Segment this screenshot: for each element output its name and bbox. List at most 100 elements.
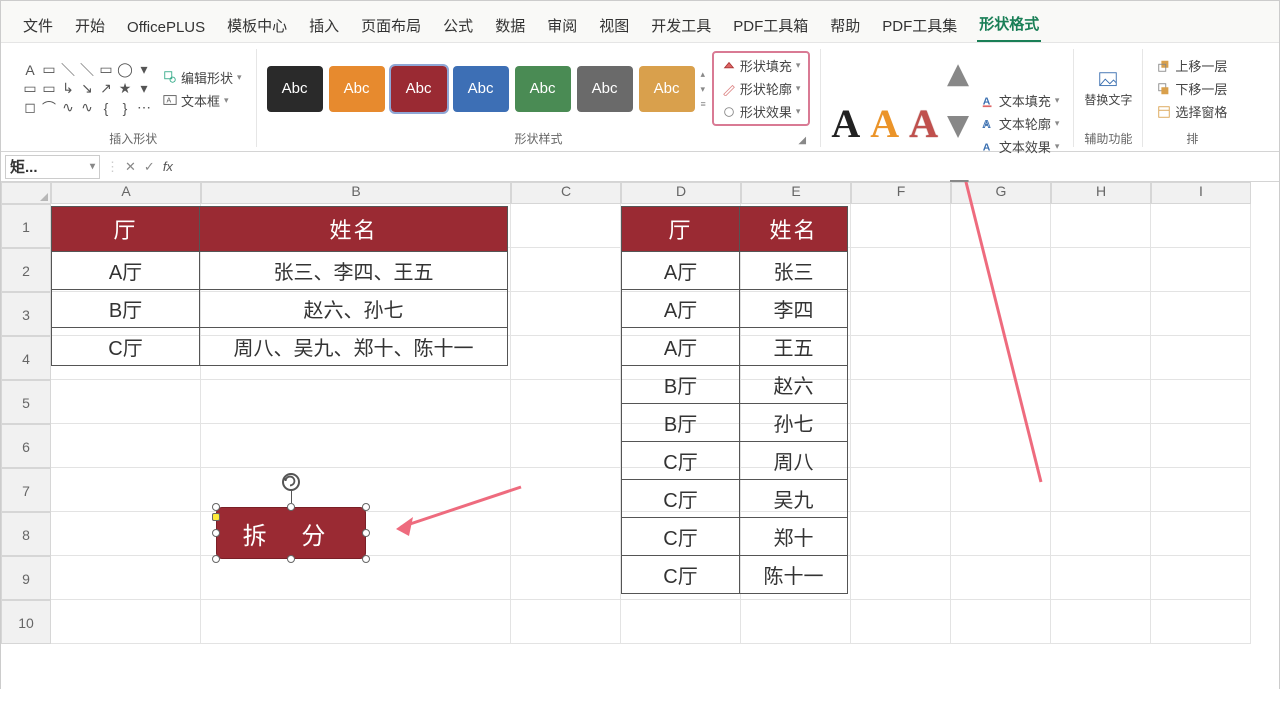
right-cell-1-0[interactable]: A厅 [622, 290, 740, 328]
handle-sw[interactable] [212, 555, 220, 563]
gallery-down-icon[interactable]: ▾ [701, 84, 706, 95]
cell-A7[interactable] [51, 468, 201, 512]
right-cell-8-1[interactable]: 陈十一 [740, 556, 848, 594]
cell-C10[interactable] [511, 600, 621, 644]
right-cell-3-0[interactable]: B厅 [622, 366, 740, 404]
col-header-D[interactable]: D [621, 182, 741, 204]
rotate-handle[interactable] [282, 473, 300, 491]
right-cell-2-0[interactable]: A厅 [622, 328, 740, 366]
cell-A8[interactable] [51, 512, 201, 556]
tab-view[interactable]: 视图 [597, 11, 631, 42]
row-header-3[interactable]: 3 [1, 292, 51, 336]
cell-C9[interactable] [511, 556, 621, 600]
tab-pagelayout[interactable]: 页面布局 [359, 11, 423, 42]
right-cell-7-0[interactable]: C厅 [622, 518, 740, 556]
row-header-5[interactable]: 5 [1, 380, 51, 424]
cell-I6[interactable] [1151, 424, 1251, 468]
name-box[interactable]: 矩... ▾ [5, 155, 100, 179]
cell-C2[interactable] [511, 248, 621, 292]
tab-data[interactable]: 数据 [493, 11, 527, 42]
cell-E10[interactable] [741, 600, 851, 644]
shape-styles-dialog-launcher[interactable]: ◢ [798, 135, 810, 147]
tab-file[interactable]: 文件 [21, 11, 55, 42]
col-header-E[interactable]: E [741, 182, 851, 204]
wa-up-icon[interactable]: ▴ [948, 49, 971, 96]
right-cell-8-0[interactable]: C厅 [622, 556, 740, 594]
tab-templates[interactable]: 模板中心 [225, 11, 289, 42]
select-all-corner[interactable] [1, 182, 51, 204]
cell-I10[interactable] [1151, 600, 1251, 644]
cell-G9[interactable] [951, 556, 1051, 600]
cell-C1[interactable] [511, 204, 621, 248]
cell-I4[interactable] [1151, 336, 1251, 380]
gallery-up-icon[interactable]: ▴ [701, 69, 706, 80]
shape-outline-button[interactable]: 形状轮廓▾ [718, 78, 805, 99]
tab-pdftoolbox[interactable]: PDF工具箱 [731, 11, 810, 42]
right-cell-5-0[interactable]: C厅 [622, 442, 740, 480]
sheet-area[interactable]: ABCDEFGHI 12345678910 厅 姓名 A厅张三、李四、王五B厅赵… [1, 182, 1279, 702]
row-header-2[interactable]: 2 [1, 248, 51, 292]
edit-shape-button[interactable]: 编辑形状▾ [159, 67, 246, 88]
adjust-handle[interactable] [212, 513, 220, 521]
cell-A10[interactable] [51, 600, 201, 644]
left-cell-2-0[interactable]: C厅 [52, 328, 200, 366]
right-cell-6-0[interactable]: C厅 [622, 480, 740, 518]
cell-B5[interactable] [201, 380, 511, 424]
col-header-B[interactable]: B [201, 182, 511, 204]
right-cell-2-1[interactable]: 王五 [740, 328, 848, 366]
row-header-9[interactable]: 9 [1, 556, 51, 600]
cell-A6[interactable] [51, 424, 201, 468]
handle-nw[interactable] [212, 503, 220, 511]
bring-forward-button[interactable]: 上移一层 [1153, 55, 1231, 76]
left-cell-2-1[interactable]: 周八、吴九、郑十、陈十一 [200, 328, 508, 366]
selection-pane-button[interactable]: 选择窗格 [1153, 101, 1231, 122]
namebox-dropdown-icon[interactable]: ▾ [90, 161, 95, 172]
left-cell-1-1[interactable]: 赵六、孙七 [200, 290, 508, 328]
shape-style-gallery[interactable]: Abc Abc Abc Abc Abc Abc Abc ▴ ▾ ≡ [267, 66, 706, 112]
formula-input[interactable] [179, 155, 1279, 179]
cell-B9[interactable] [201, 556, 511, 600]
cell-G10[interactable] [951, 600, 1051, 644]
col-header-A[interactable]: A [51, 182, 201, 204]
right-cell-7-1[interactable]: 郑十 [740, 518, 848, 556]
cell-A5[interactable] [51, 380, 201, 424]
tab-review[interactable]: 审阅 [545, 11, 579, 42]
wordart-style-0[interactable]: A [831, 100, 860, 147]
row-header-7[interactable]: 7 [1, 468, 51, 512]
row-header-8[interactable]: 8 [1, 512, 51, 556]
send-backward-button[interactable]: 下移一层 [1153, 78, 1231, 99]
text-fill-button[interactable]: A 文本填充▾ [977, 90, 1064, 111]
cell-I5[interactable] [1151, 380, 1251, 424]
cell-F9[interactable] [851, 556, 951, 600]
gallery-more-icon[interactable]: ≡ [701, 99, 706, 109]
handle-se[interactable] [362, 555, 370, 563]
tab-formulas[interactable]: 公式 [441, 11, 475, 42]
wa-down-icon[interactable]: ▾ [948, 100, 971, 147]
row-header-10[interactable]: 10 [1, 600, 51, 644]
cell-H10[interactable] [1051, 600, 1151, 644]
tab-insert[interactable]: 插入 [307, 11, 341, 42]
tab-devtools[interactable]: 开发工具 [649, 11, 713, 42]
style-swatch-1[interactable]: Abc [329, 66, 385, 112]
style-swatch-5[interactable]: Abc [577, 66, 633, 112]
cell-C6[interactable] [511, 424, 621, 468]
style-swatch-6[interactable]: Abc [639, 66, 695, 112]
right-cell-4-0[interactable]: B厅 [622, 404, 740, 442]
cell-I3[interactable] [1151, 292, 1251, 336]
confirm-edit-icon[interactable]: ✓ [144, 159, 155, 175]
cell-I9[interactable] [1151, 556, 1251, 600]
cell-I7[interactable] [1151, 468, 1251, 512]
row-header-1[interactable]: 1 [1, 204, 51, 248]
tab-shape-format[interactable]: 形状格式 [977, 9, 1041, 42]
shape-effects-button[interactable]: 形状效果▾ [718, 101, 805, 122]
cell-A9[interactable] [51, 556, 201, 600]
right-cell-1-1[interactable]: 李四 [740, 290, 848, 328]
row-header-6[interactable]: 6 [1, 424, 51, 468]
text-outline-button[interactable]: A 文本轮廓▾ [977, 113, 1064, 134]
insert-function-icon[interactable]: fx [163, 159, 173, 174]
style-swatch-3[interactable]: Abc [453, 66, 509, 112]
shape-fill-button[interactable]: 形状填充▾ [718, 55, 805, 76]
cell-D10[interactable] [621, 600, 741, 644]
tab-pdftoolset[interactable]: PDF工具集 [880, 11, 959, 42]
right-cell-6-1[interactable]: 吴九 [740, 480, 848, 518]
